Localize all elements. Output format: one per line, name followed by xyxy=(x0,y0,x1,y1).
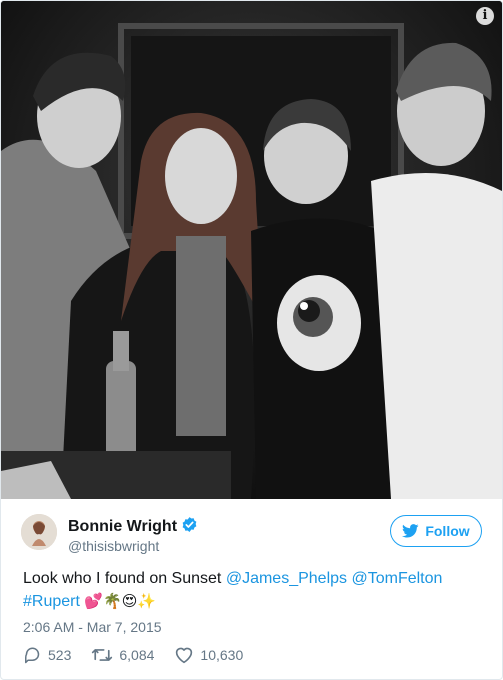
tweet-text: Look who I found on Sunset @James_Phelps… xyxy=(23,567,483,613)
avatar-image xyxy=(21,514,57,550)
tweet-text-body: Look who I found on Sunset xyxy=(23,570,222,587)
tweet-timestamp[interactable]: 2:06 AM - Mar 7, 2015 xyxy=(23,619,162,635)
reply-count: 523 xyxy=(48,647,72,663)
avatar[interactable] xyxy=(21,514,57,550)
author-handle[interactable]: @thisisbwright xyxy=(68,538,159,554)
follow-button[interactable]: Follow xyxy=(390,515,482,547)
tweet-photo[interactable]: i xyxy=(1,1,502,499)
like-count: 10,630 xyxy=(200,647,244,663)
author-name-text: Bonnie Wright xyxy=(68,518,178,535)
retweet-count: 6,084 xyxy=(119,647,155,663)
retweet-icon xyxy=(92,649,113,661)
info-icon[interactable]: i xyxy=(476,7,494,25)
mention-link[interactable]: @James_Phelps xyxy=(226,570,347,587)
retweet-button[interactable]: 6,084 xyxy=(91,646,154,664)
like-button[interactable]: 10,630 xyxy=(174,646,243,664)
mention-link[interactable]: @TomFelton xyxy=(351,570,442,587)
follow-label: Follow xyxy=(425,523,470,539)
twitter-bird-icon xyxy=(402,524,419,538)
heart-icon xyxy=(176,647,193,664)
verified-badge-icon xyxy=(182,517,197,532)
emoji-sequence: 💕🌴😍✨ xyxy=(84,592,157,610)
group-photo-image xyxy=(1,1,502,499)
tweet-actions: 523 6,084 10,630 xyxy=(23,646,263,664)
tweet-card: i Bonnie Wright @thisisbwright Follow Lo… xyxy=(0,0,503,680)
tweet-header: Bonnie Wright @thisisbwright Follow xyxy=(21,511,482,557)
reply-icon xyxy=(24,647,40,664)
author-name[interactable]: Bonnie Wright xyxy=(68,516,198,536)
hashtag-link[interactable]: #Rupert xyxy=(23,593,80,610)
reply-button[interactable]: 523 xyxy=(23,646,71,664)
